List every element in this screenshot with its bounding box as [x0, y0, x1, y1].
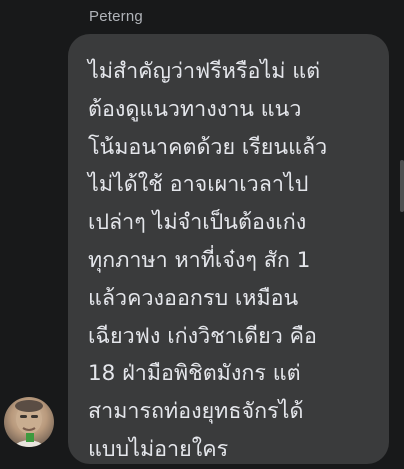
message-line: 18 ฝ่ามือพิชิตมังกร แต่ — [88, 361, 301, 387]
message-line: เฉียวฟง เก่งวิชาเดียว คือ — [88, 323, 317, 349]
scrollbar-track[interactable] — [400, 0, 404, 443]
avatar-portrait-icon — [12, 400, 46, 447]
message-line: เปล่าๆ ไม่จำเป็นต้องเก่ง — [88, 210, 307, 236]
message-line: ทุกภาษา หาที่เจ๋งๆ สัก 1 — [88, 247, 311, 273]
message-line: ต้องดูแนวทางงาน แนว — [88, 96, 302, 122]
message-line: โน้มอนาคตด้วย เรียนแล้ว — [88, 134, 328, 160]
message-line: สามารถท่องยุทธจักรได้ — [88, 399, 304, 425]
message-line: ไม่ได้ใช้ อาจเผาเวลาไป — [88, 172, 309, 198]
message-line: แล้วควงออกรบ เหมือน — [88, 285, 299, 311]
message-line: แบบไม่อายใคร — [88, 436, 229, 462]
scrollbar-thumb[interactable] — [400, 160, 404, 212]
message-bubble[interactable]: ไม่สำคัญว่าฟรีหรือไม่ แต่ ต้องดูแนวทางงา… — [68, 34, 389, 464]
sender-name: Peterng — [89, 8, 143, 25]
message-line: ไม่สำคัญว่าฟรีหรือไม่ แต่ — [88, 59, 321, 84]
avatar[interactable] — [4, 397, 54, 447]
